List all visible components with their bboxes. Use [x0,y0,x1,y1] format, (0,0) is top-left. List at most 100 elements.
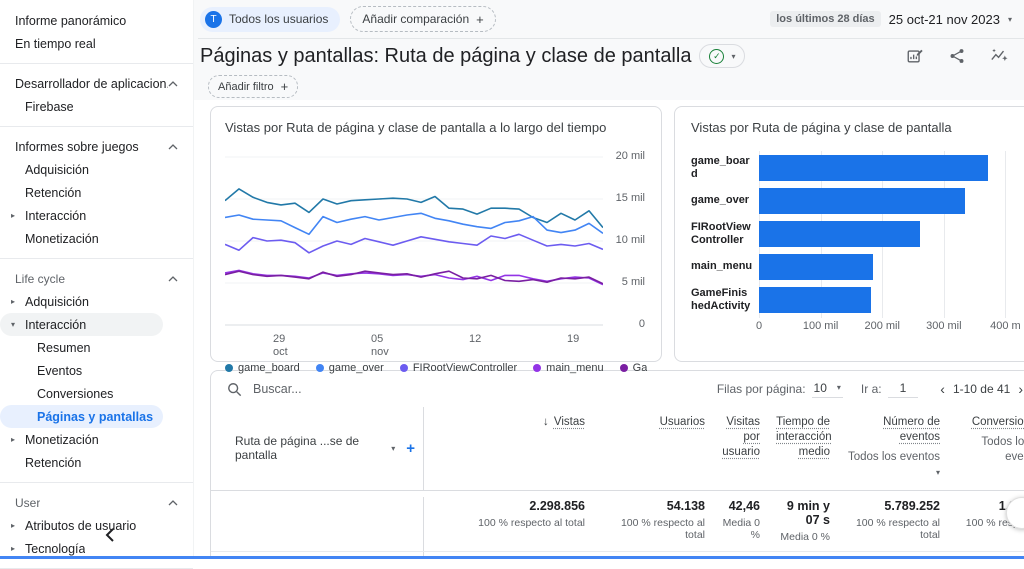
column-header-tiempo-de-interacci-n-medio[interactable]: Tiempo de interacción medio [774,407,844,490]
totals-cell: 54.138 100 % respecto al total [599,497,719,551]
y-axis-tick: 15 mil [616,192,645,204]
line-series-FIRootViewController [225,234,603,253]
sidebar-item-adquisición[interactable]: ▸Adquisición [0,290,193,313]
sidebar-item-informes-sobre-juegos[interactable]: Informes sobre juegos [0,135,193,158]
legend-dot-icon [400,364,408,372]
share-icon [948,47,966,65]
search-input[interactable] [251,381,708,397]
bar-chart-x-axis: 0100 mil200 mil300 mil400 m [759,320,1024,336]
expand-arrow-icon: ▸ [8,544,18,553]
date-range-picker[interactable]: los últimos 28 días 25 oct-21 nov 2023 ▾ [770,11,1012,27]
sidebar-item-conversiones[interactable]: Conversiones [0,382,193,405]
add-comparison-button[interactable]: Añadir comparación + [350,6,495,32]
line-chart-title: Vistas por Ruta de página y clase de pan… [225,120,647,135]
sidebar-item-adquisición[interactable]: Adquisición [0,158,193,181]
line-chart-x-axis: 29oct05nov1219 [225,333,603,359]
title-bar: Páginas y pantallas: Ruta de página y cl… [198,39,1024,73]
page-title: Páginas y pantallas: Ruta de página y cl… [200,45,691,68]
sidebar-item-interacción[interactable]: ▾Interacción [0,313,163,336]
column-header-conversion[interactable]: ConversionTodos los even [954,407,1024,490]
sort-descending-icon: ↓ [543,415,549,430]
sidebar-item-páginas-y-pantallas[interactable]: Páginas y pantallas [0,405,163,428]
previous-page-button[interactable]: ‹ [936,381,949,397]
sidebar-item-interacción[interactable]: ▸Interacción [0,204,193,227]
sidebar-item-retención[interactable]: Retención [0,451,193,474]
sidebar-item-eventos[interactable]: Eventos [0,359,193,382]
bar-row[interactable]: main_menu [691,250,1024,283]
bar-category-label: main_menu [691,260,759,273]
sidebar-item-user[interactable]: User [0,491,193,514]
plus-icon: + [281,79,289,94]
sidebar-item-resumen[interactable]: Resumen [0,336,193,359]
totals-cell: 2.298.856 100 % respecto al total [424,497,599,551]
dimension-header[interactable]: Ruta de página ...se de pantalla ▾ + [211,407,424,490]
totals-cell: 42,46 Media 0 % [719,497,774,551]
share-report-button[interactable] [948,47,966,65]
add-filter-button[interactable]: Añadir filtro + [208,75,298,98]
sidebar-item-life-cycle[interactable]: Life cycle [0,267,193,290]
date-range-hint: los últimos 28 días [770,11,880,27]
main-content: T Todos los usuarios Añadir comparación … [194,0,1024,559]
chevron-up-icon [168,500,178,506]
sidebar-item-monetización[interactable]: Monetización [0,227,193,250]
bar-row[interactable]: FIRootViewController [691,217,1024,250]
rows-per-page-label: Filas por página: [717,382,806,396]
collapse-arrow-icon: ▾ [8,320,18,329]
sidebar-item-firebase[interactable]: Firebase [0,95,193,118]
column-subfilter[interactable]: Todos los eventos ▾ [846,450,940,480]
column-header-vistas[interactable]: ↓ Vistas [424,407,599,490]
next-page-button[interactable]: › [1014,381,1024,397]
sidebar-divider [0,126,193,127]
y-axis-tick: 0 [639,318,645,330]
report-nav: Informe panorámicoEn tiempo real Desarrol… [0,0,193,569]
data-table-card: Filas por página: 10 ▾ Ir a: 1 ‹ 1-10 de… [210,370,1024,559]
goto-page-input[interactable]: 1 [888,381,919,398]
line-series-game_over [225,213,603,234]
bar-row[interactable]: GameFinishedActivity [691,283,1024,316]
bar-row[interactable]: game_board [691,151,1024,184]
sidebar-item-informe-panorámico[interactable]: Informe panorámico [0,9,193,32]
bar [759,221,920,247]
customize-report-button[interactable] [906,47,924,65]
x-axis-tick: 400 m [990,320,1021,332]
column-header-n-mero-de-eventos[interactable]: Número de eventosTodos los eventos ▾ [844,407,954,490]
expand-arrow-icon: ▸ [8,435,18,444]
legend-dot-icon [620,364,628,372]
chevron-down-icon: ▾ [837,383,841,392]
bar-category-label: game_board [691,155,759,181]
totals-cell: 9 min y 07 s Media 0 % [774,497,844,551]
report-actions [906,47,1008,65]
legend-dot-icon [225,364,233,372]
sidebar-item-retención[interactable]: Retención [0,181,193,204]
chevron-up-icon [168,276,178,282]
y-axis-tick: 10 mil [616,234,645,246]
column-header-usuarios[interactable]: Usuarios [599,407,719,490]
insights-button[interactable] [990,47,1008,65]
column-header-visitas-por-usuario[interactable]: Visitas por usuario [719,407,774,490]
report-status-dropdown[interactable]: ✓ ▾ [699,44,745,68]
column-subfilter[interactable]: Todos los even [956,435,1024,465]
chevron-up-icon [168,81,178,87]
audience-chip[interactable]: T Todos los usuarios [200,7,340,32]
table-totals-row: 2.298.856 100 % respecto al total 54.138… [211,491,1024,551]
x-axis-tick: 29oct [273,333,288,359]
sidebar-item-desarrollador-de-aplicacion-[interactable]: Desarrollador de aplicacion... [0,72,193,95]
sidebar-item-atributos-de-usuario[interactable]: ▸Atributos de usuario [0,514,193,537]
add-dimension-button[interactable]: + [406,440,415,457]
legend-dot-icon [316,364,324,372]
line-series-GameFinishedActivity [225,271,603,284]
legend-item-main_menu: main_menu [533,362,603,374]
y-axis-tick: 5 mil [622,276,645,288]
line-chart-card: Vistas por Ruta de página y clase de pan… [210,106,662,362]
sidebar-item-monetización[interactable]: ▸Monetización [0,428,193,451]
audience-avatar: T [205,11,222,28]
expand-arrow-icon: ▸ [8,297,18,306]
line-chart-y-axis: 20 mil15 mil10 mil5 mil0 [603,145,647,331]
bar-category-label: GameFinishedActivity [691,287,759,313]
collapse-sidebar-button[interactable] [104,528,116,547]
bar-row[interactable]: game_over [691,184,1024,217]
insights-sparkline-icon [990,47,1008,65]
rows-per-page-select[interactable]: 10 ▾ [812,381,843,398]
line-chart-svg [225,145,603,331]
sidebar-item-en-tiempo-real[interactable]: En tiempo real [0,32,193,55]
